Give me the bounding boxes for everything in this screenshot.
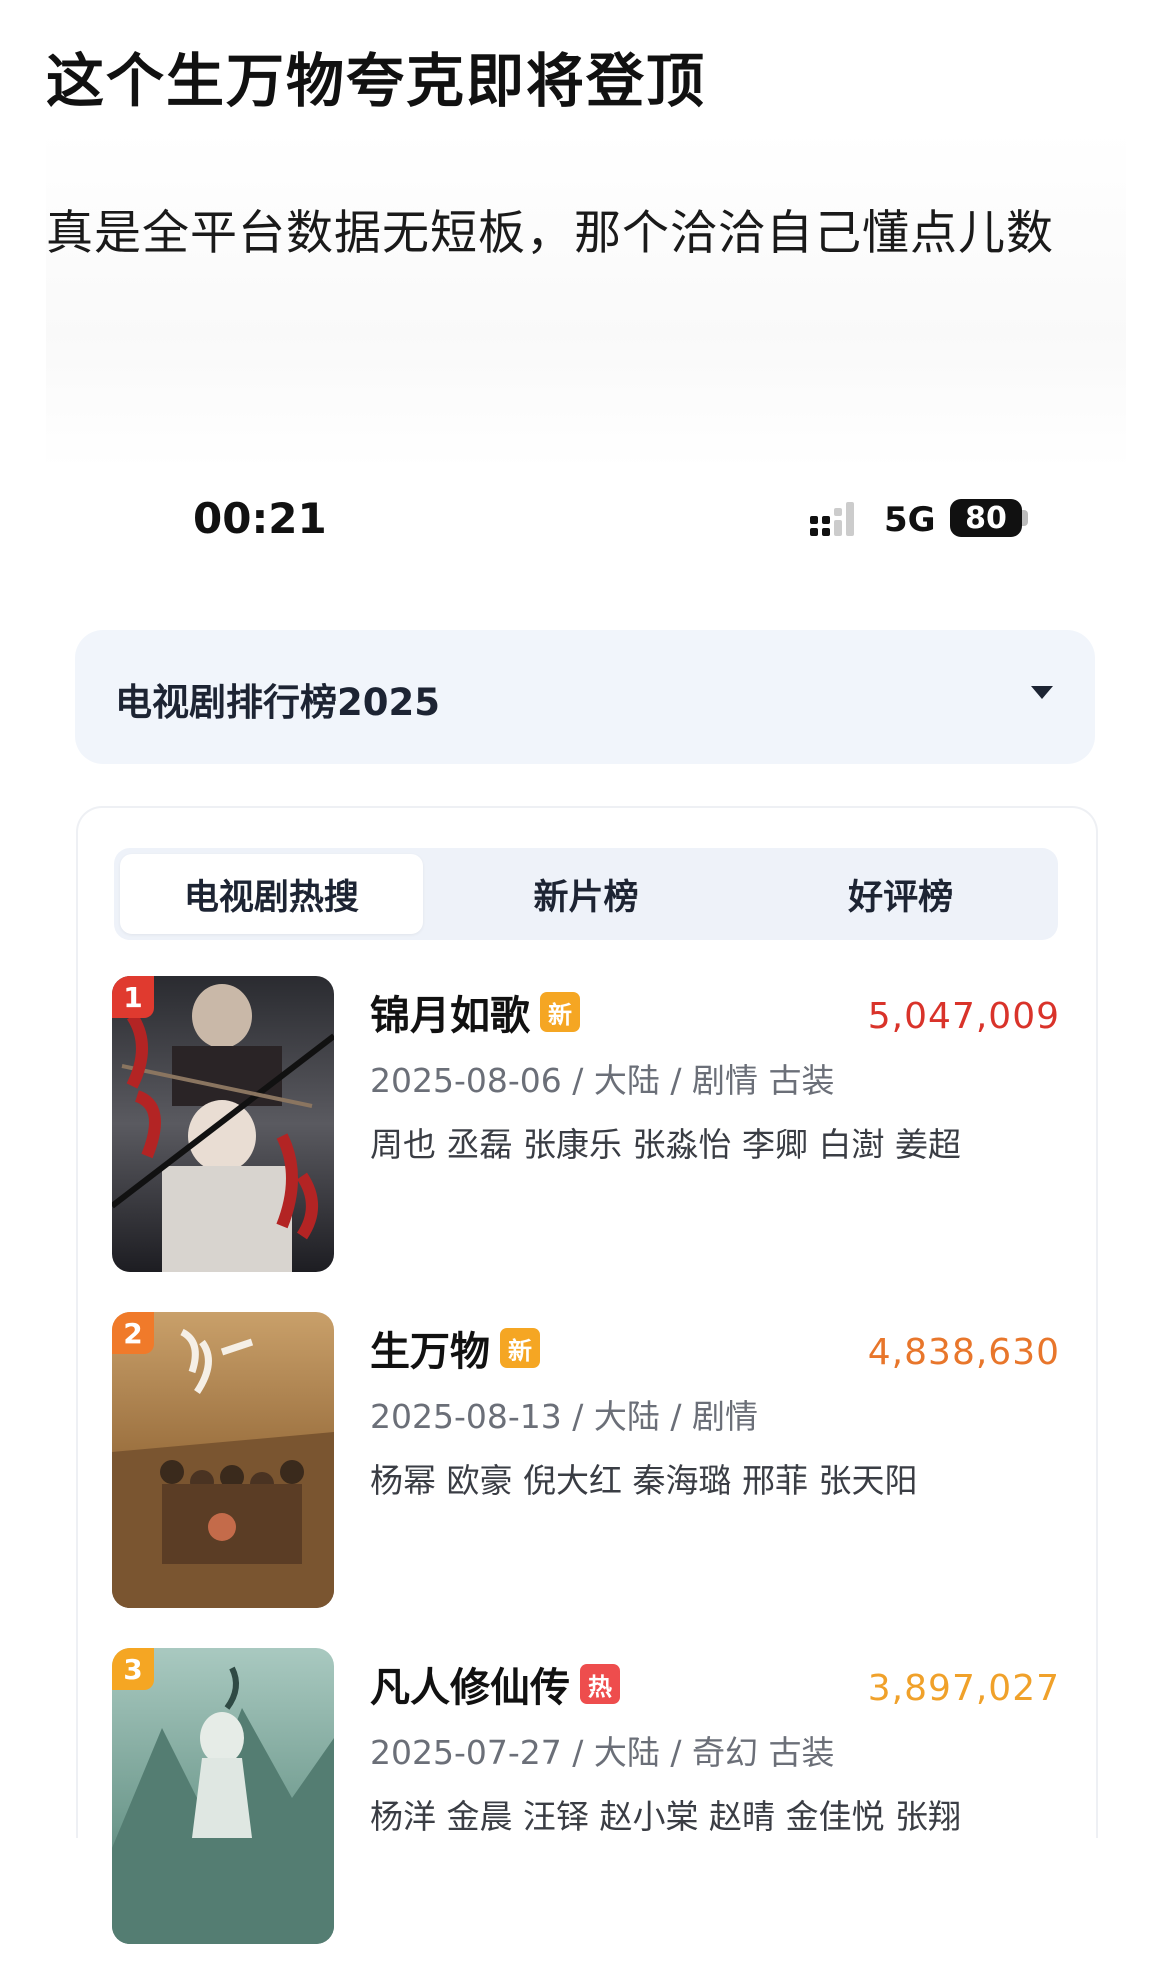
- post-body: 真是全平台数据无短板，那个洽洽自己懂点儿数: [46, 206, 1054, 261]
- ranking-dropdown[interactable]: 电视剧排行榜2025: [75, 630, 1095, 764]
- ranking-item[interactable]: 3 凡人修仙传 热 3,897,027 2025-07-27 / 大陆 / 奇幻…: [112, 1648, 1060, 1984]
- faded-background-text: [46, 130, 1126, 470]
- poster-image: 2: [112, 1312, 334, 1608]
- status-time: 00:21: [193, 494, 327, 543]
- drama-meta: 2025-08-06 / 大陆 / 剧情 古装: [370, 1061, 835, 1100]
- post-title: 这个生万物夸克即将登顶: [46, 47, 707, 115]
- drama-meta: 2025-07-27 / 大陆 / 奇幻 古装: [370, 1733, 835, 1772]
- drama-title: 生万物: [370, 1329, 490, 1375]
- tab-hot-search[interactable]: 电视剧热搜: [120, 854, 423, 934]
- new-tag: 新: [540, 992, 580, 1032]
- caret-down-icon: [1031, 686, 1053, 699]
- poster-art-3: [112, 1648, 334, 1944]
- network-label: 5G: [884, 500, 936, 540]
- heat-score: 5,047,009: [867, 996, 1060, 1037]
- drama-cast: 周也 丞磊 张康乐 张淼怡 李卿 白澍 姜超: [370, 1125, 961, 1164]
- ranking-list: 1 锦月如歌 新 5,047,009 2025-08-06 / 大陆 / 剧情 …: [112, 976, 1060, 1984]
- poster-image: 1: [112, 976, 334, 1272]
- ranking-tabs: 电视剧热搜 新片榜 好评榜: [114, 848, 1058, 940]
- heat-score: 3,897,027: [867, 1668, 1060, 1709]
- signal-icon: [810, 502, 854, 536]
- battery-level: 80: [965, 500, 1007, 536]
- ranking-item[interactable]: 1 锦月如歌 新 5,047,009 2025-08-06 / 大陆 / 剧情 …: [112, 976, 1060, 1312]
- ranking-item[interactable]: 2 生万物 新 4,838,630 2025-08-13 / 大陆 / 剧情 杨…: [112, 1312, 1060, 1648]
- battery-cap: [1022, 510, 1028, 526]
- ranking-card: 电视剧热搜 新片榜 好评榜 1 锦月如歌 新 5,047,009 2025-08…: [76, 806, 1098, 1944]
- battery-icon: 80: [950, 499, 1022, 537]
- tab-top-rated[interactable]: 好评榜: [749, 854, 1052, 934]
- drama-title: 锦月如歌: [370, 993, 530, 1039]
- rank-badge: 3: [112, 1648, 154, 1690]
- drama-cast: 杨幂 欧豪 倪大红 秦海璐 邢菲 张天阳: [370, 1461, 918, 1500]
- drama-cast: 杨洋 金晨 汪铎 赵小棠 赵晴 金佳悦 张翔: [370, 1797, 961, 1836]
- hot-tag: 热: [580, 1664, 620, 1704]
- rank-badge: 2: [112, 1312, 154, 1354]
- drama-meta: 2025-08-13 / 大陆 / 剧情: [370, 1397, 758, 1436]
- heat-score: 4,838,630: [867, 1332, 1060, 1373]
- poster-art-1: [112, 976, 334, 1272]
- drama-title: 凡人修仙传: [370, 1665, 570, 1711]
- rank-badge: 1: [112, 976, 154, 1018]
- poster-image: 3: [112, 1648, 334, 1944]
- new-tag: 新: [500, 1328, 540, 1368]
- poster-art-2: [112, 1312, 334, 1608]
- dropdown-label: 电视剧排行榜2025: [115, 681, 440, 724]
- tab-new-releases[interactable]: 新片榜: [435, 854, 738, 934]
